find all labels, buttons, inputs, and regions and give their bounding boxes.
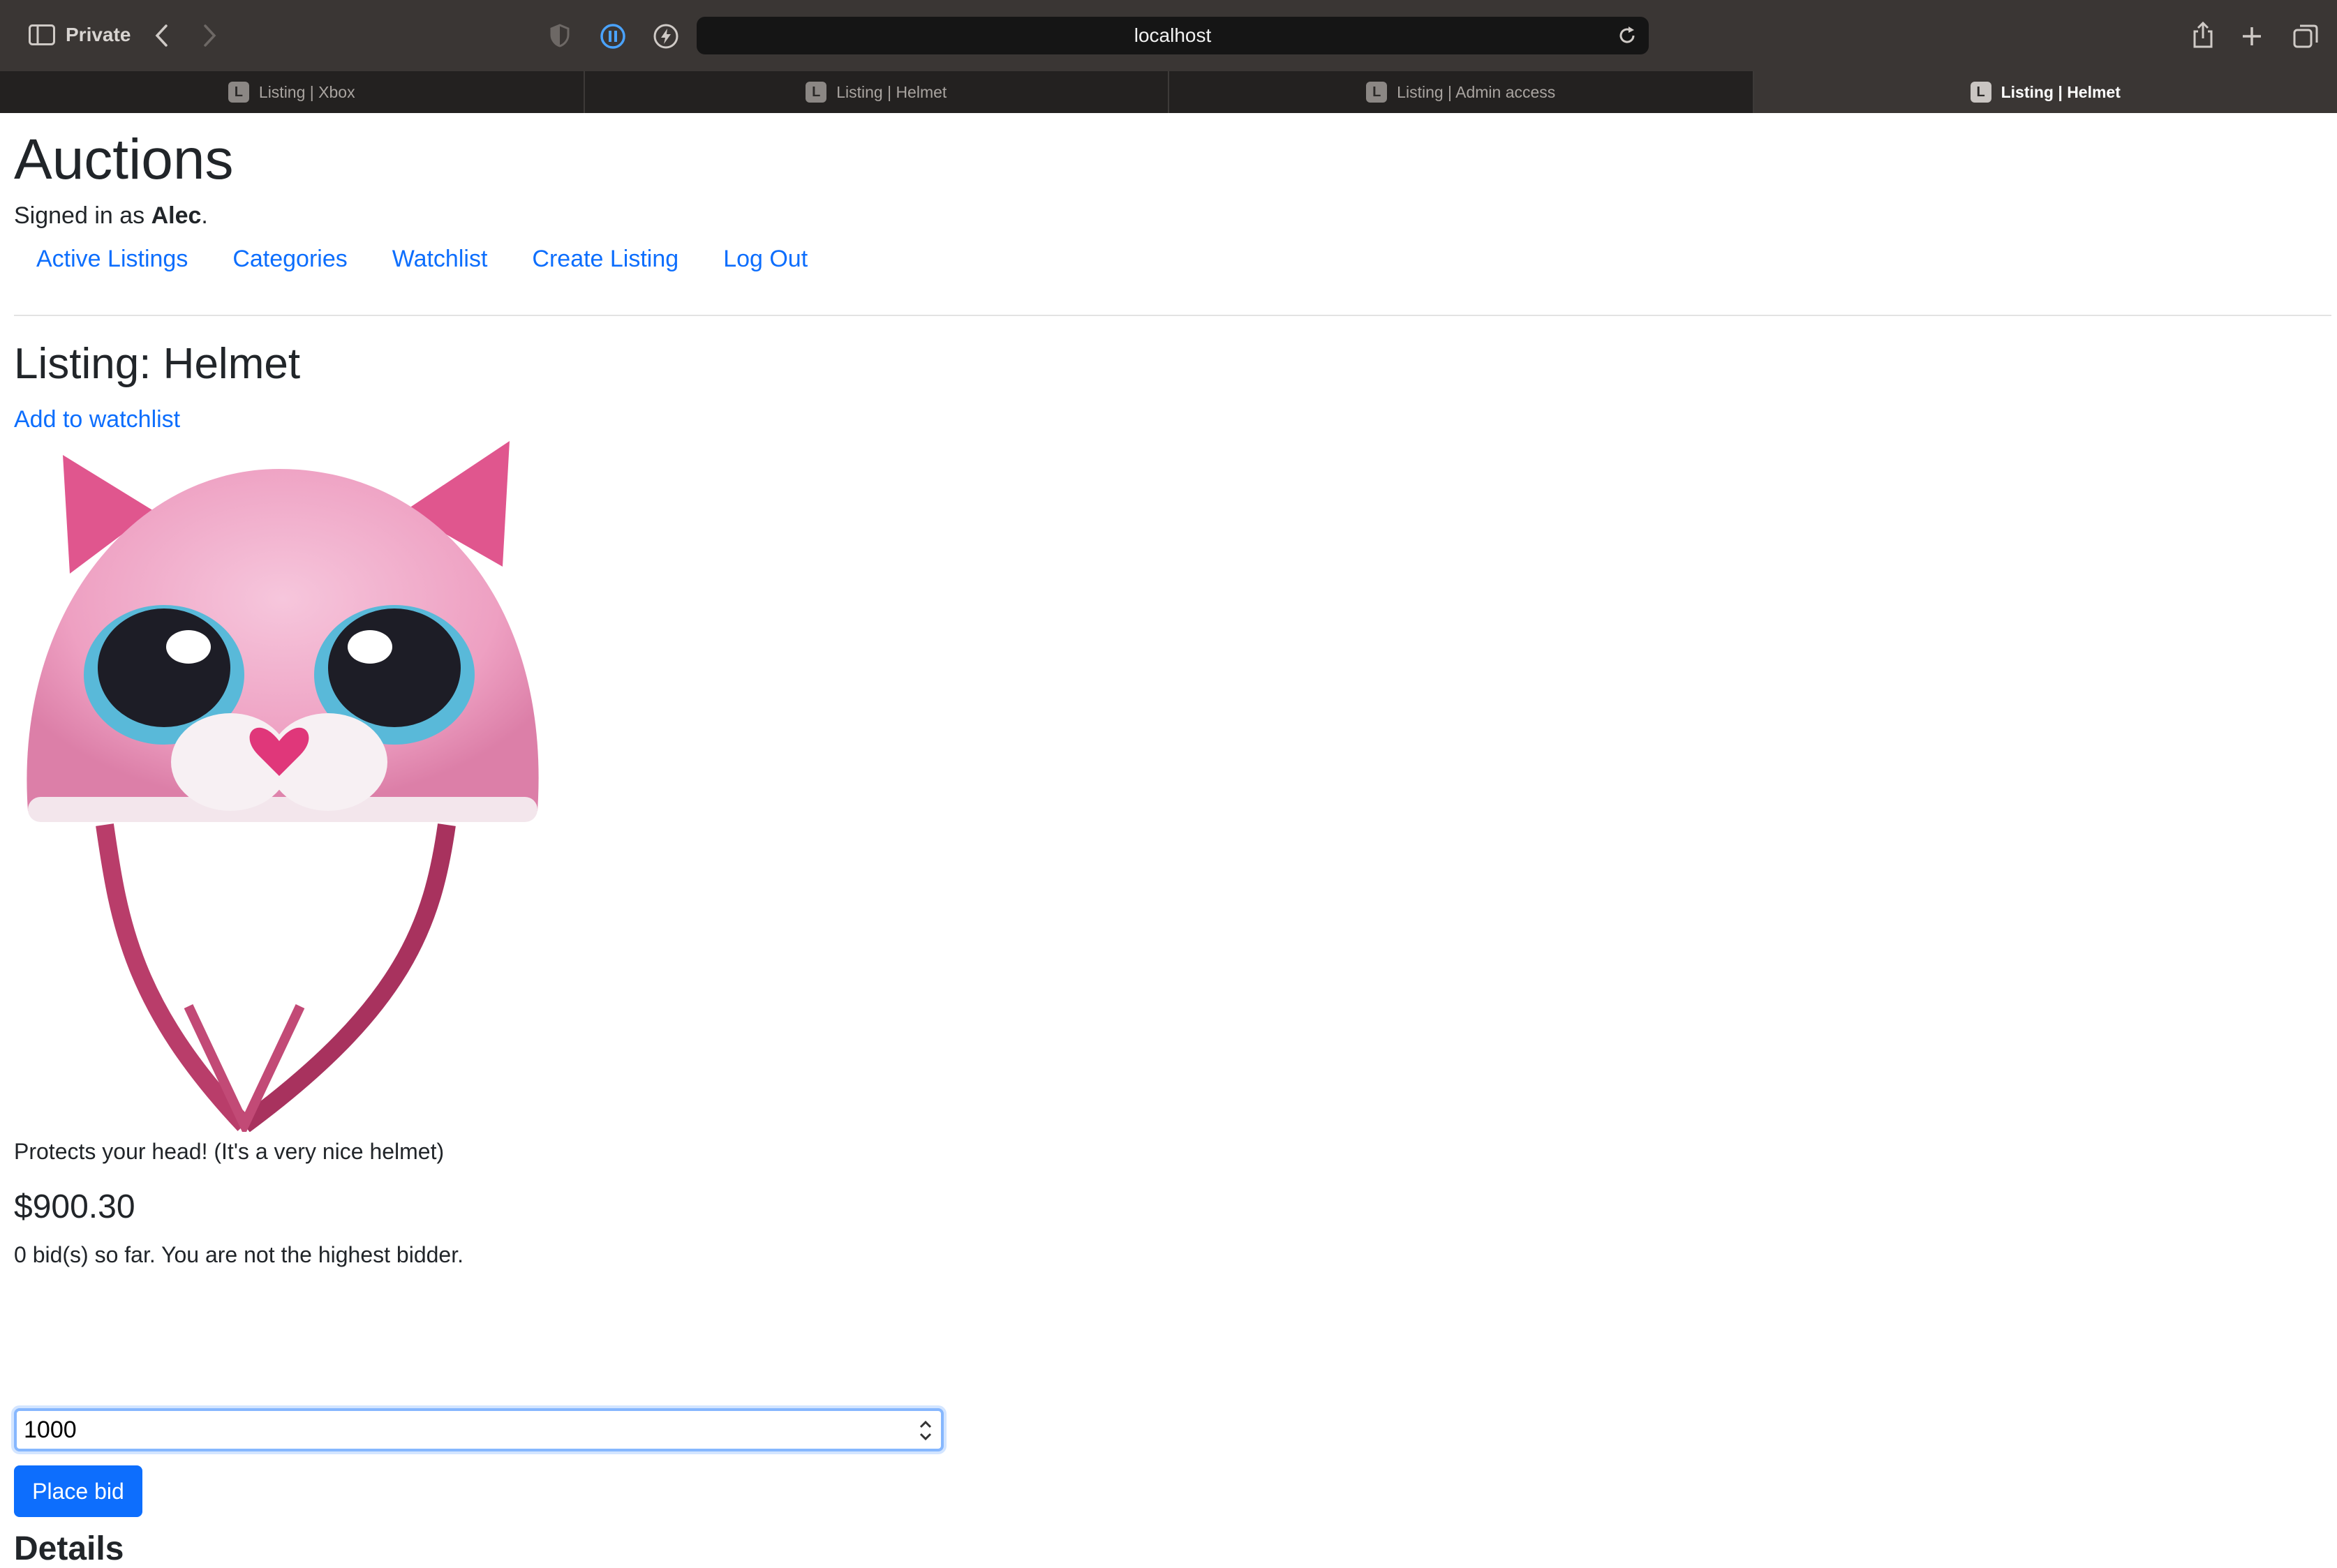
- shield-icon[interactable]: [549, 22, 571, 49]
- private-mode-label: Private: [66, 24, 131, 46]
- add-to-watchlist-link[interactable]: Add to watchlist: [14, 406, 180, 433]
- nav-active-listings[interactable]: Active Listings: [36, 246, 188, 273]
- tab-label: Listing | Admin access: [1397, 83, 1555, 102]
- tab-overview-icon[interactable]: [2292, 22, 2320, 50]
- tab-strip: L Listing | Xbox L Listing | Helmet L Li…: [0, 71, 2337, 113]
- tab-favicon: L: [1971, 82, 1991, 103]
- listing-description: Protects your head! (It's a very nice he…: [14, 1139, 444, 1165]
- share-icon[interactable]: [2190, 20, 2216, 50]
- username: Alec: [151, 202, 202, 229]
- bolt-extension-icon[interactable]: [652, 22, 680, 50]
- sidebar-icon[interactable]: [28, 24, 56, 46]
- address-bar[interactable]: localhost: [697, 17, 1649, 54]
- nav-categories[interactable]: Categories: [232, 246, 347, 273]
- main-nav: Active Listings Categories Watchlist Cre…: [36, 246, 852, 273]
- signed-in-text: Signed in as Alec.: [14, 202, 208, 230]
- listing-title: Listing: Helmet: [14, 339, 300, 389]
- browser-toolbar: Private localhost: [0, 0, 2337, 71]
- pause-extension-icon[interactable]: [599, 22, 627, 50]
- tab-favicon: L: [806, 82, 826, 103]
- place-bid-button[interactable]: Place bid: [14, 1465, 142, 1517]
- signed-in-prefix: Signed in as: [14, 202, 151, 229]
- tab-favicon: L: [1366, 82, 1387, 103]
- nav-log-out[interactable]: Log Out: [723, 246, 808, 273]
- tab-label: Listing | Xbox: [259, 83, 355, 102]
- divider: [14, 315, 2331, 316]
- bid-status: 0 bid(s) so far. You are not the highest…: [14, 1242, 463, 1268]
- url-text: localhost: [1134, 24, 1212, 47]
- back-icon[interactable]: [151, 22, 172, 49]
- listing-price: $900.30: [14, 1188, 135, 1226]
- tab-favicon: L: [228, 82, 249, 103]
- tab-listing-admin-access[interactable]: L Listing | Admin access: [1169, 71, 1754, 113]
- tab-listing-xbox[interactable]: L Listing | Xbox: [0, 71, 585, 113]
- details-heading: Details: [14, 1530, 124, 1568]
- nav-create-listing[interactable]: Create Listing: [532, 246, 678, 273]
- new-tab-icon[interactable]: [2239, 24, 2264, 49]
- tab-listing-helmet-active[interactable]: L Listing | Helmet: [1754, 71, 2337, 113]
- site-title: Auctions: [14, 127, 234, 193]
- tab-label: Listing | Helmet: [2001, 83, 2121, 102]
- listing-image: [14, 434, 544, 1132]
- number-stepper-icon[interactable]: [916, 1417, 935, 1444]
- bid-amount-input[interactable]: [14, 1408, 944, 1451]
- forward-icon[interactable]: [200, 22, 221, 49]
- signed-in-suffix: .: [201, 202, 207, 229]
- tab-listing-helmet[interactable]: L Listing | Helmet: [585, 71, 1170, 113]
- reload-icon[interactable]: [1617, 25, 1638, 46]
- nav-watchlist[interactable]: Watchlist: [392, 246, 488, 273]
- tab-label: Listing | Helmet: [836, 83, 947, 102]
